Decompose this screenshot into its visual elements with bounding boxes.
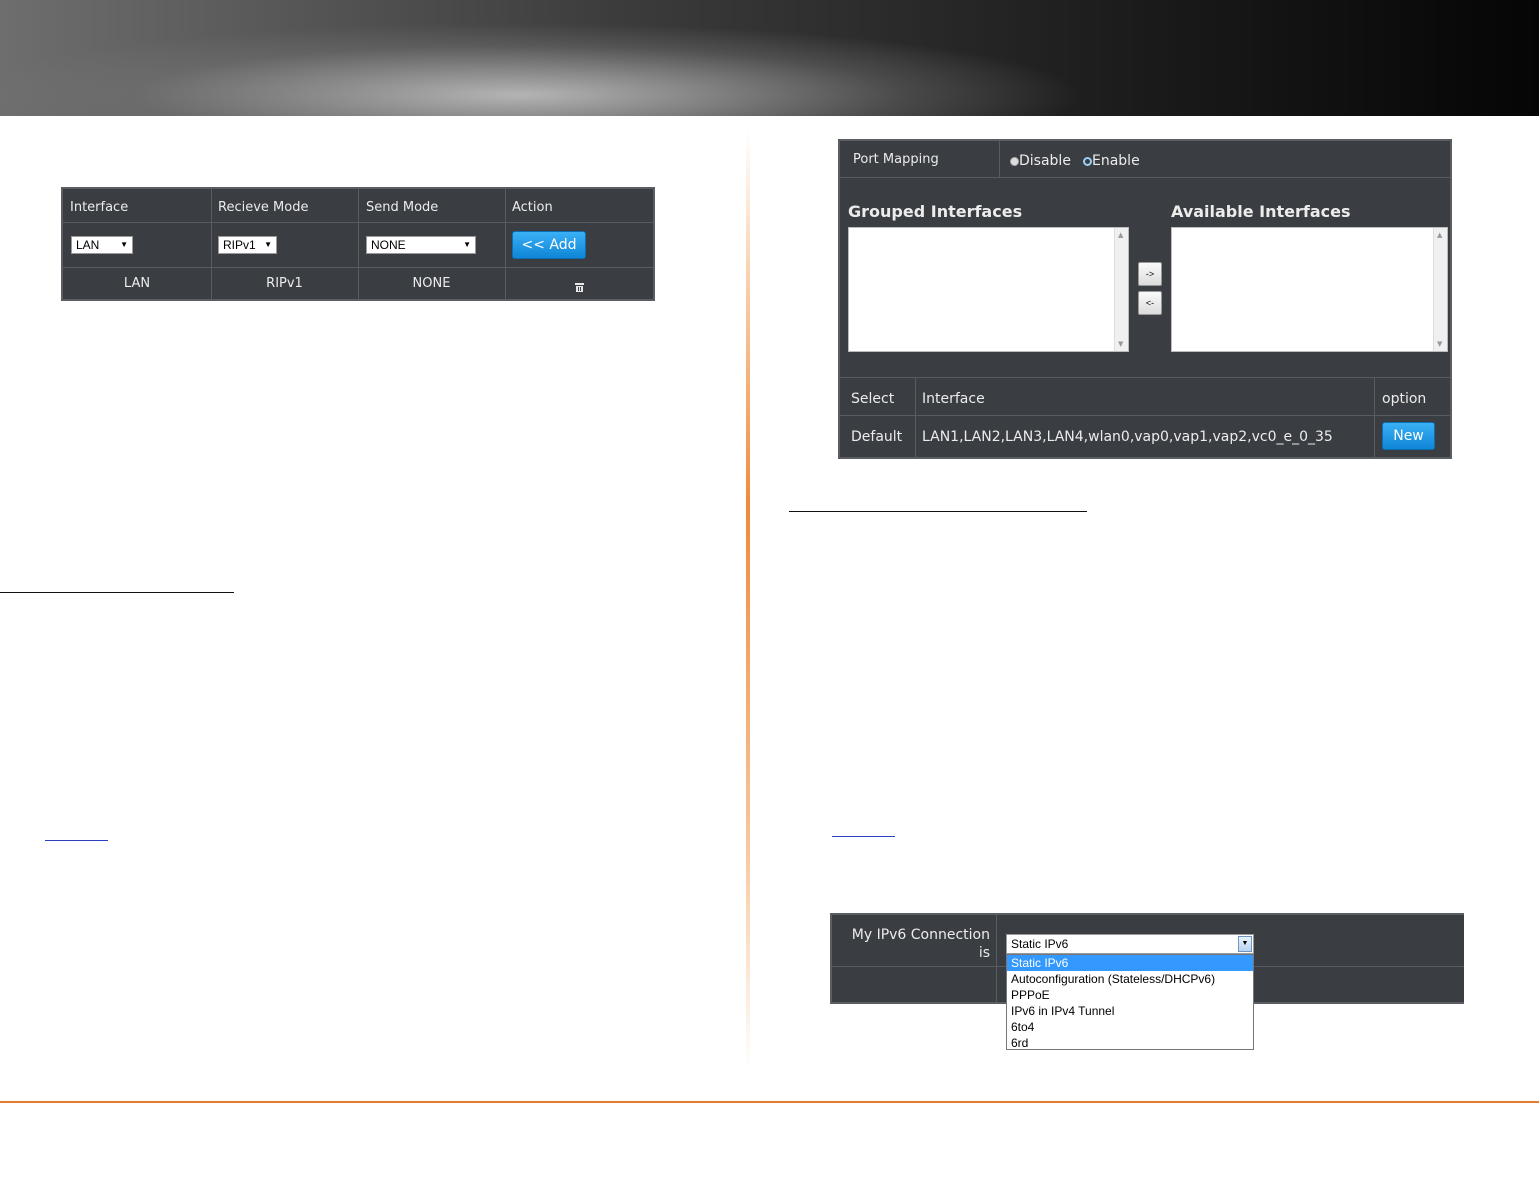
receive-mode-select[interactable]: RIPv1 ▼: [218, 236, 277, 254]
grouped-interfaces-title: Grouped Interfaces: [848, 202, 1023, 221]
port-mapping-panel: Port Mapping Disable Enable Grouped Inte…: [838, 139, 1452, 459]
disable-radio[interactable]: Disable: [1010, 153, 1071, 169]
radio-checked-icon: [1083, 157, 1092, 166]
move-right-button[interactable]: ->: [1138, 262, 1162, 286]
header-banner: [0, 0, 1539, 116]
header-option: option: [1382, 391, 1427, 407]
footer-line: [0, 1101, 1539, 1103]
chevron-down-icon: ▼: [463, 240, 471, 249]
link-underline-right[interactable]: [832, 836, 895, 837]
port-mapping-label: Port Mapping: [853, 152, 939, 167]
link-underline-left[interactable]: [45, 840, 108, 841]
trash-icon[interactable]: [574, 278, 585, 292]
interface-select[interactable]: LAN ▼: [71, 236, 133, 254]
chevron-down-icon: ▼: [120, 240, 128, 249]
radio-unchecked-icon: [1010, 157, 1019, 166]
heading-underline-left: [0, 592, 234, 593]
chevron-down-icon[interactable]: ▼: [1238, 936, 1252, 952]
row-interface: LAN: [123, 276, 151, 291]
new-button[interactable]: New: [1382, 422, 1435, 450]
option-6rd[interactable]: 6rd: [1007, 1035, 1253, 1051]
option-pppoe[interactable]: PPPoE: [1007, 987, 1253, 1003]
grouped-interfaces-list[interactable]: ▲ ▼: [848, 227, 1129, 352]
option-ipv6-in-ipv4[interactable]: IPv6 in IPv4 Tunnel: [1007, 1003, 1253, 1019]
header-select: Select: [851, 391, 895, 407]
move-left-button[interactable]: <-: [1138, 291, 1162, 315]
row-interfaces: LAN1,LAN2,LAN3,LAN4,wlan0,vap0,vap1,vap2…: [922, 429, 1333, 445]
ipv6-connection-select[interactable]: Static IPv6 ▼: [1006, 934, 1254, 954]
row-send-mode: NONE: [412, 276, 451, 291]
ipv6-options-list[interactable]: Static IPv6 Autoconfiguration (Stateless…: [1006, 954, 1254, 1050]
header-receive-mode: Recieve Mode: [218, 200, 309, 215]
available-interfaces-list[interactable]: ▲ ▼: [1171, 227, 1448, 352]
option-static-ipv6[interactable]: Static IPv6: [1007, 955, 1253, 971]
header-interface: Interface: [70, 200, 129, 215]
enable-radio[interactable]: Enable: [1083, 153, 1140, 169]
option-6to4[interactable]: 6to4: [1007, 1019, 1253, 1035]
send-mode-select[interactable]: NONE ▼: [366, 236, 476, 254]
option-autoconfiguration[interactable]: Autoconfiguration (Stateless/DHCPv6): [1007, 971, 1253, 987]
available-interfaces-title: Available Interfaces: [1171, 202, 1351, 221]
scrollbar[interactable]: ▲ ▼: [1114, 228, 1128, 351]
header-interface: Interface: [922, 391, 985, 407]
chevron-down-icon: ▼: [264, 240, 272, 249]
row-receive-mode: RIPv1: [266, 276, 303, 291]
scrollbar[interactable]: ▲ ▼: [1433, 228, 1447, 351]
header-send-mode: Send Mode: [366, 200, 439, 215]
heading-underline-right: [789, 511, 1087, 512]
row-select: Default: [851, 429, 903, 445]
header-action: Action: [512, 200, 553, 215]
ipv6-connection-label: My IPv6 Connection is: [851, 927, 990, 961]
column-divider: [746, 130, 750, 1070]
add-button[interactable]: << Add: [512, 231, 586, 259]
rip-table: Interface Recieve Mode Send Mode Action …: [61, 187, 655, 301]
